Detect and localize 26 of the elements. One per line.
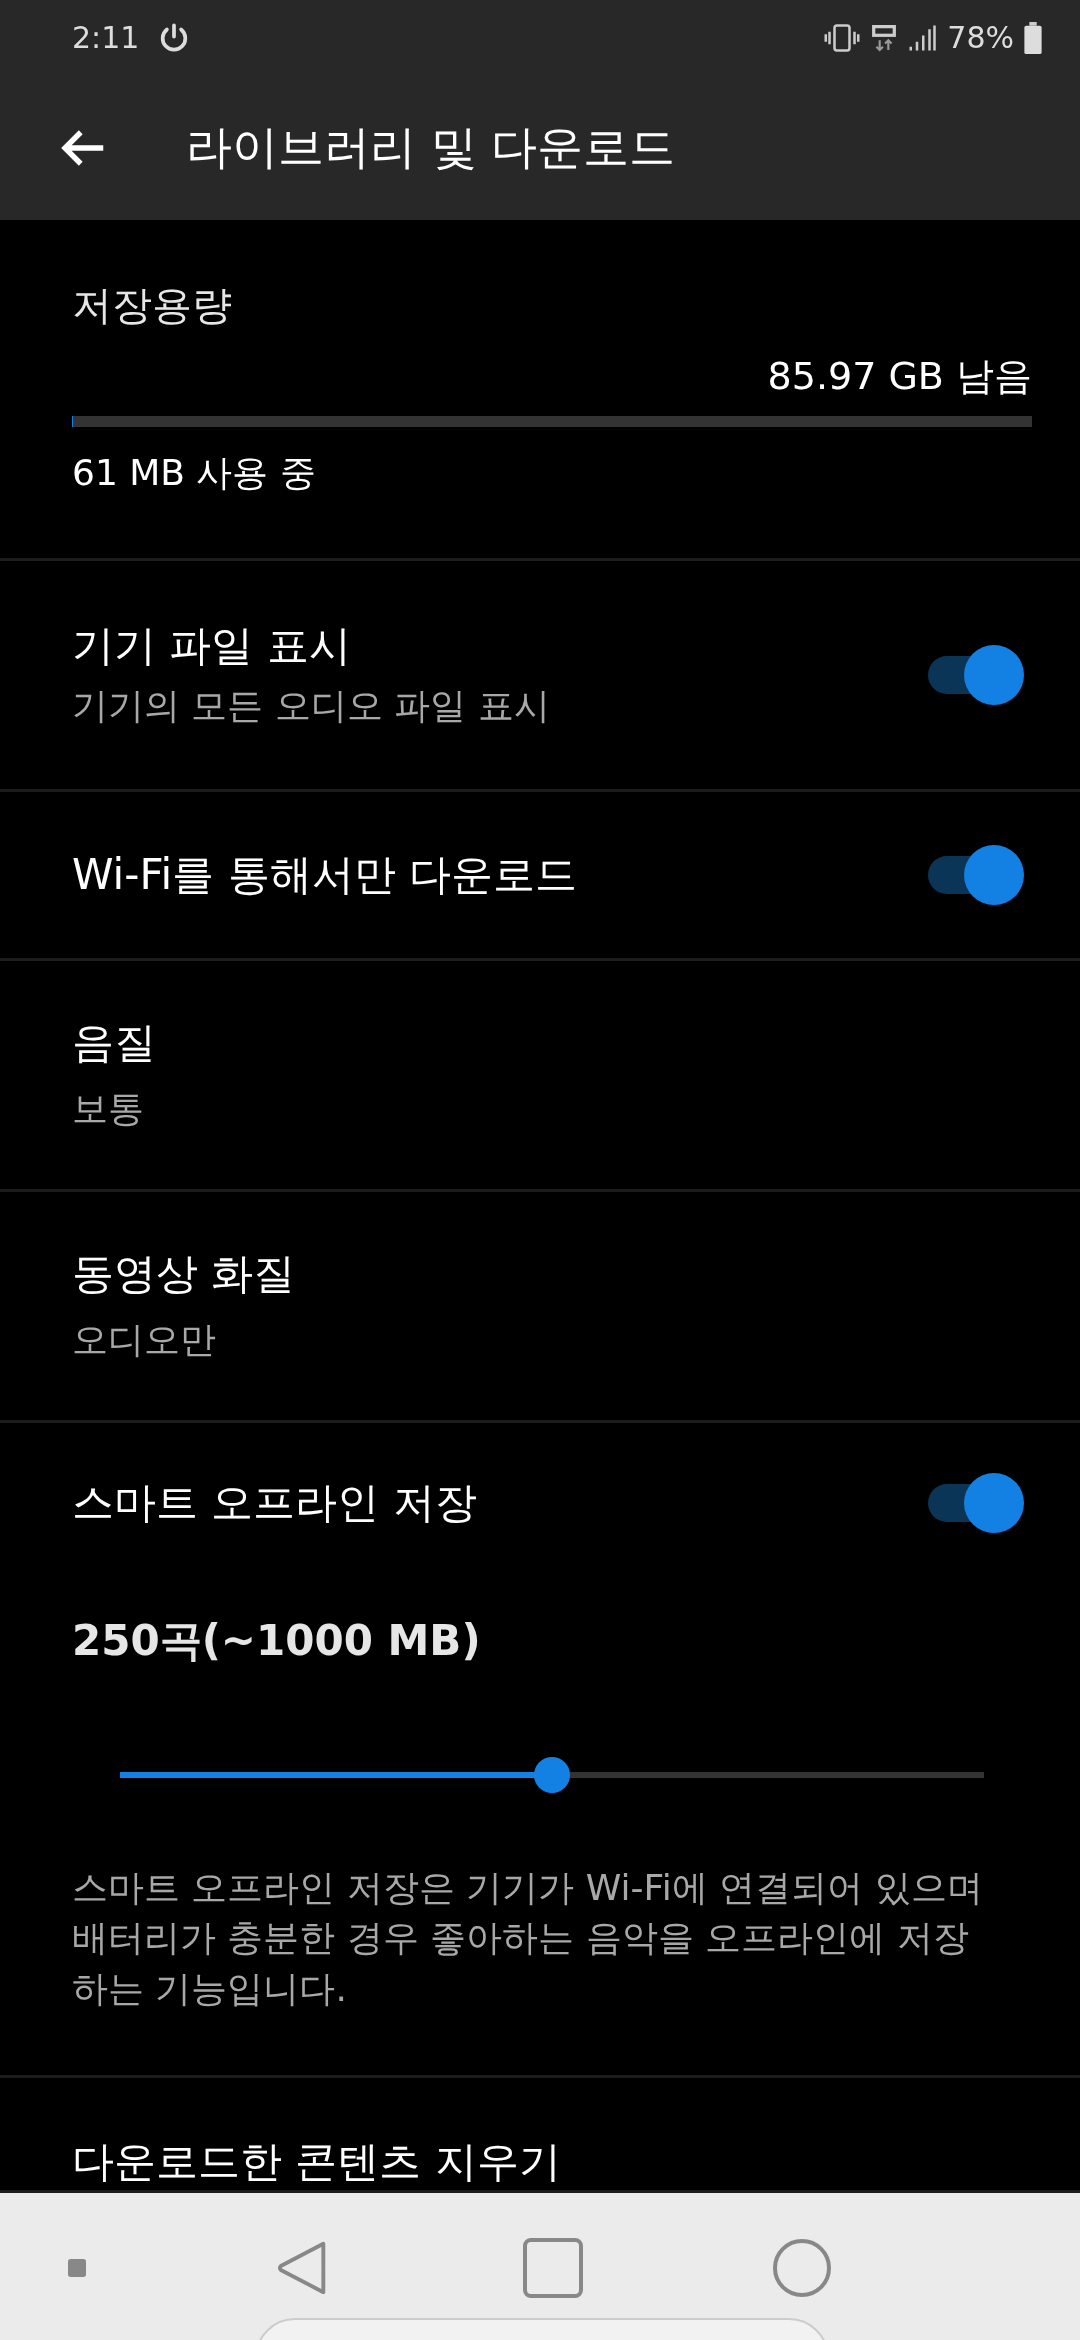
storage-remaining: 85.97 GB 남음 (766, 353, 1032, 400)
setting-title: 기기 파일 표시 (72, 620, 352, 673)
setting-value: 보통 (72, 1087, 145, 1132)
setting-title: Wi-Fi를 통해서만 다운로드 (72, 848, 577, 901)
screen-title: 라이브러리 및 다운로드 (186, 118, 676, 176)
lte-icon (871, 22, 898, 53)
setting-title[interactable]: 다운로드한 콘텐츠 지우기 (72, 2134, 1024, 2190)
home-icon[interactable] (772, 2238, 832, 2298)
setting-value: 오디오만 (72, 1318, 217, 1363)
status-time: 2:11 (72, 20, 140, 55)
recents-icon[interactable] (522, 2238, 583, 2298)
setting-title[interactable]: 음질 (72, 1015, 1024, 1072)
setting-title[interactable]: 동영상 화질 (72, 1246, 1024, 1303)
setting-description: 기기의 모든 오디오 파일 표시 (72, 684, 550, 729)
battery-level: 78% (947, 20, 1014, 55)
vibrate-icon (823, 22, 862, 53)
toggle-switch[interactable] (928, 1472, 1024, 1533)
description-text: 스마트 오프라인 저장은 기기가 Wi-Fi에 연결되어 있으며 배터리가 충분한 경우 좋아하는 음악을 오프라인에 저장하는 기능입니다. (72, 1865, 984, 2011)
toggle-switch[interactable] (928, 644, 1024, 705)
toggle-switch[interactable] (928, 844, 1024, 905)
amount-slider[interactable] (120, 1756, 984, 1793)
storage-used: 61 MB 사용 중 (72, 451, 317, 495)
battery-icon (1024, 21, 1042, 54)
storage-title: 저장용량 (72, 281, 233, 330)
setting-title: 스마트 오프라인 저장 (72, 1476, 477, 1529)
storage-amount: 250곡(~1000 MB) (72, 1614, 482, 1667)
